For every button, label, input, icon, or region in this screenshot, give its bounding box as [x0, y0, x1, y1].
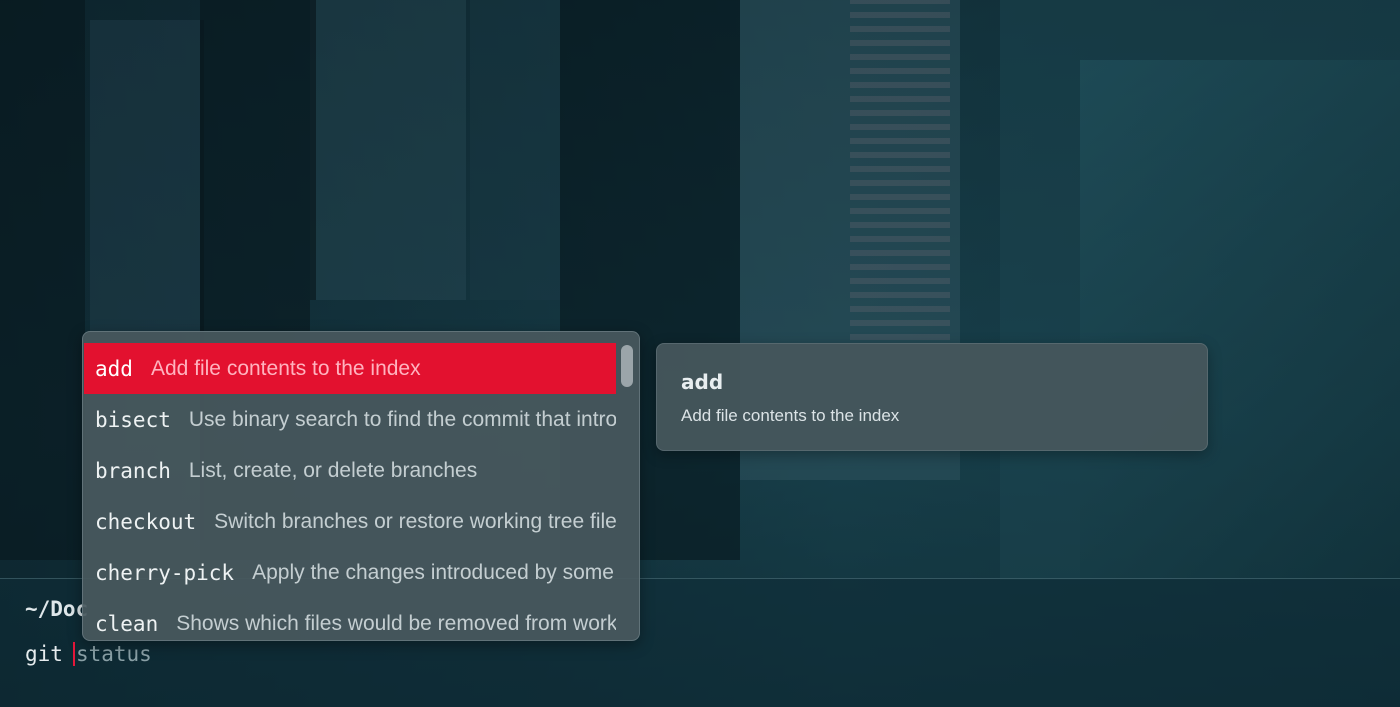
completion-item-name: cherry-pick — [95, 560, 235, 585]
completion-item-add[interactable]: add Add file contents to the index — [84, 343, 616, 394]
completion-item-cherry-pick[interactable]: cherry-pick Apply the changes introduced… — [84, 547, 616, 598]
completion-list: add Add file contents to the index bisec… — [84, 343, 616, 640]
background-shape — [1080, 60, 1400, 580]
command-input[interactable]: git status — [25, 642, 152, 666]
completion-item-name: clean — [95, 611, 159, 636]
completion-item-name: branch — [95, 458, 171, 483]
text-cursor — [72, 642, 75, 666]
completion-item-checkout[interactable]: checkout Switch branches or restore work… — [84, 496, 616, 547]
completion-item-name: bisect — [95, 407, 171, 432]
background-shape — [0, 0, 85, 560]
completion-item-name: checkout — [95, 509, 197, 534]
prompt-path: ~/Doc — [25, 597, 89, 621]
completion-item-description: List, create, or delete branches — [188, 458, 478, 482]
completion-item-description: Use binary search to find the commit tha… — [188, 407, 616, 431]
completion-detail-panel: add Add file contents to the index — [656, 343, 1208, 451]
background-shape — [850, 0, 950, 340]
completion-scrollbar[interactable] — [621, 343, 633, 633]
completion-item-description: Shows which files would be removed from … — [176, 611, 616, 635]
scrollbar-thumb[interactable] — [621, 345, 633, 387]
completion-item-bisect[interactable]: bisect Use binary search to find the com… — [84, 394, 616, 445]
completion-item-description: Switch branches or restore working tree … — [214, 509, 616, 533]
completion-item-description: Apply the changes introduced by some exi… — [252, 560, 616, 584]
command-text: git — [25, 642, 63, 666]
terminal-window: ~/Doc git status add Add file contents t… — [0, 0, 1400, 707]
background-shape — [470, 0, 560, 300]
autosuggestion-text: status — [75, 642, 152, 666]
background-shape — [310, 0, 466, 300]
completion-item-clean[interactable]: clean Shows which files would be removed… — [84, 598, 616, 640]
detail-title: add — [681, 370, 724, 394]
completion-item-description: Add file contents to the index — [150, 356, 421, 380]
completion-menu[interactable]: add Add file contents to the index bisec… — [82, 331, 640, 641]
completion-item-name: add — [95, 356, 133, 381]
completion-item-branch[interactable]: branch List, create, or delete branches — [84, 445, 616, 496]
detail-description: Add file contents to the index — [681, 406, 900, 425]
